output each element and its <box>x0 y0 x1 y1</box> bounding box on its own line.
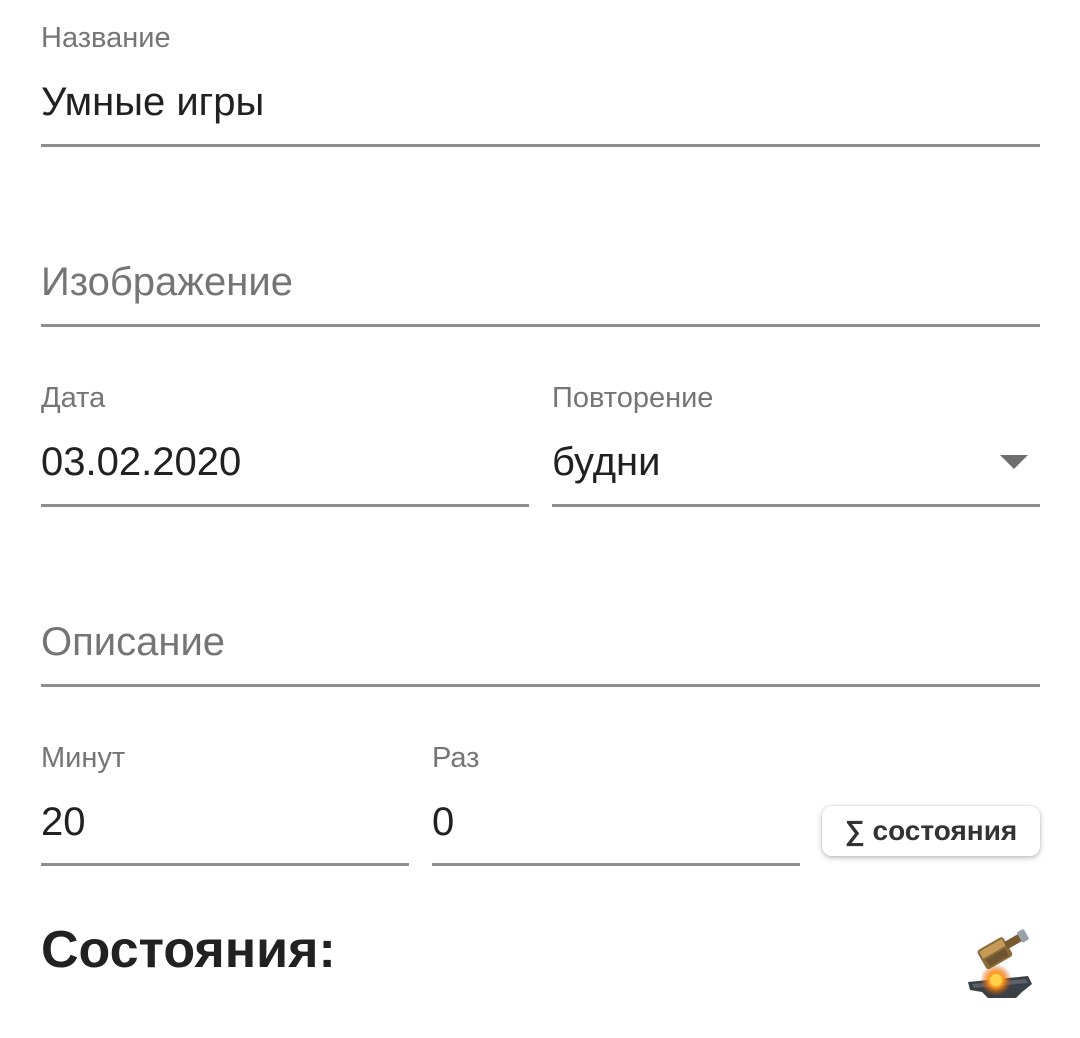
times-field[interactable]: Раз 0 <box>432 740 800 866</box>
states-title: Состояния: <box>41 921 336 979</box>
sum-states-button[interactable]: ∑ состояния <box>822 806 1040 856</box>
name-label: Название <box>41 22 171 54</box>
dropdown-arrow-icon[interactable] <box>1000 455 1028 469</box>
image-input[interactable]: Изображение <box>41 260 293 305</box>
repeat-value[interactable]: будни <box>552 440 660 485</box>
name-input[interactable]: Умные игры <box>41 80 264 125</box>
name-field[interactable]: Название Умные игры <box>41 20 1040 147</box>
anvil-hammer-icon[interactable] <box>962 926 1038 1002</box>
description-input[interactable]: Описание <box>41 620 225 665</box>
description-field[interactable]: Описание <box>41 580 1040 687</box>
times-input[interactable]: 0 <box>432 800 454 845</box>
minutes-input[interactable]: 20 <box>41 800 86 845</box>
date-field[interactable]: Дата 03.02.2020 <box>41 380 529 507</box>
date-input[interactable]: 03.02.2020 <box>41 440 241 485</box>
date-label: Дата <box>41 382 106 414</box>
repeat-label: Повторение <box>552 382 714 414</box>
image-field[interactable]: Изображение <box>41 220 1040 327</box>
times-label: Раз <box>432 742 480 774</box>
minutes-label: Минут <box>41 742 126 774</box>
repeat-select[interactable]: Повторение будни <box>552 380 1040 507</box>
minutes-field[interactable]: Минут 20 <box>41 740 409 866</box>
